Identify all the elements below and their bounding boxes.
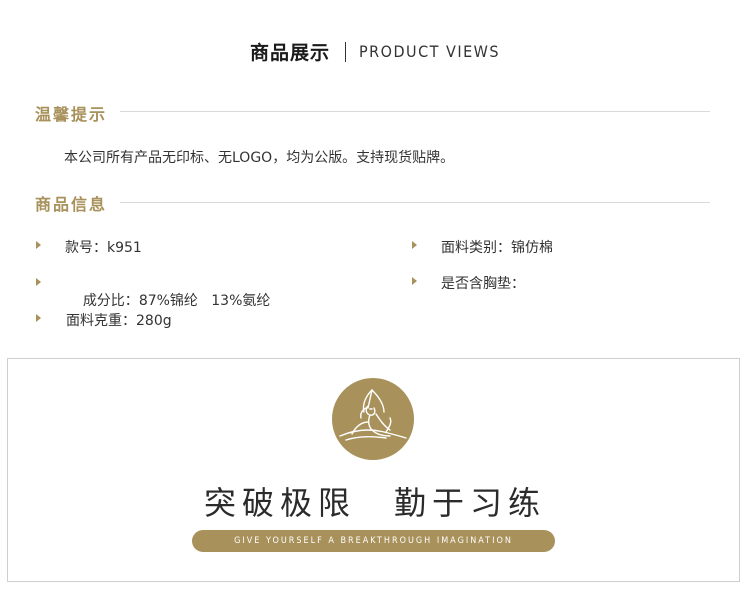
info-label: 面料类别： <box>441 240 511 256</box>
info-value: 锦仿棉 <box>511 240 553 256</box>
notice-divider <box>120 111 710 112</box>
header-title-en: PRODUCT VIEWS <box>358 42 501 61</box>
bullet-arrow-icon <box>36 241 41 249</box>
info-value: k951 <box>107 240 142 256</box>
header-title-cn: 商品展示 <box>249 42 330 64</box>
bullet-arrow-icon <box>36 278 41 286</box>
bullet-arrow-icon <box>412 277 417 285</box>
info-label: 成分比： <box>82 293 139 309</box>
page-header: 商品展示 PRODUCT VIEWS <box>0 38 750 65</box>
banner-tagline: GIVE YOURSELF A BREAKTHROUGH IMAGINATION <box>192 530 555 552</box>
product-info-section-title: 商品信息 <box>35 195 108 214</box>
notice-text: 本公司所有产品无印标、无LOGO，均为公版。支持现货贴牌。 <box>64 150 455 166</box>
bullet-arrow-icon <box>36 314 41 322</box>
bullet-arrow-icon <box>412 241 417 249</box>
product-info-divider <box>120 202 710 203</box>
notice-section-title: 温馨提示 <box>35 105 108 124</box>
info-label: 款号： <box>65 240 107 256</box>
info-label: 面料克重： <box>66 313 136 329</box>
yoga-logo-icon <box>332 378 414 460</box>
banner-slogan: 突破极限 勤于习练 <box>0 478 750 524</box>
slogan-left: 突破极限 <box>203 484 356 522</box>
info-value: 87%锦纶 13%氨纶 <box>138 293 271 309</box>
info-label: 是否含胸垫： <box>441 276 525 292</box>
slogan-right: 勤于习练 <box>394 484 547 522</box>
header-divider <box>344 41 346 62</box>
info-value: 280g <box>136 313 172 329</box>
